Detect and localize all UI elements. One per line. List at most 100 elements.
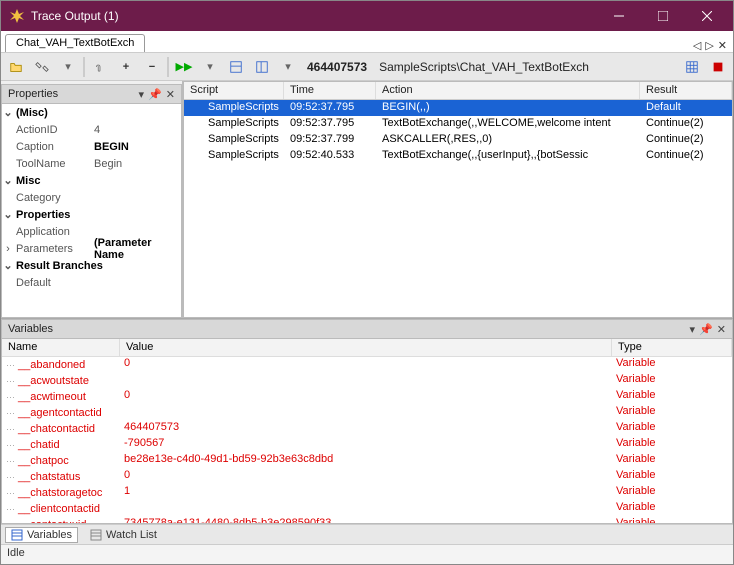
- tab-watch-label: Watch List: [106, 529, 157, 541]
- property-row[interactable]: CaptionBEGIN: [2, 138, 181, 155]
- window-title: Trace Output (1): [31, 9, 597, 23]
- property-row[interactable]: Category: [2, 189, 181, 206]
- variable-row[interactable]: ⋯__chatid-790567Variable: [2, 437, 732, 453]
- title-bar: Trace Output (1): [1, 1, 733, 31]
- panel-dropdown-icon[interactable]: ▾: [139, 88, 145, 101]
- variable-row[interactable]: ⋯__contactuuid7345778a-e131-4480-8db5-b3…: [2, 517, 732, 524]
- property-key: Category: [14, 192, 92, 204]
- toolbar-id: 464407573: [303, 60, 371, 74]
- variables-title: Variables: [8, 323, 53, 335]
- variable-row[interactable]: ⋯__chatstoragetoc1Variable: [2, 485, 732, 501]
- trace-row[interactable]: SampleScripts09:52:37.799ASKCALLER(,RES,…: [184, 132, 732, 148]
- property-key: Misc: [14, 175, 40, 187]
- main-content: Properties ▾ 📌 ✕ ⌄(Misc)ActionID4Caption…: [1, 81, 733, 318]
- tab-close-icon[interactable]: ✕: [718, 39, 727, 52]
- variable-row[interactable]: ⋯__agentcontactidVariable: [2, 405, 732, 421]
- variables-grid-header: Name Value Type: [2, 339, 732, 357]
- add-icon[interactable]: +: [115, 56, 137, 78]
- status-text: Idle: [7, 547, 25, 559]
- variable-row[interactable]: ⋯__chatstatus0Variable: [2, 469, 732, 485]
- app-icon: [9, 8, 25, 24]
- open-icon[interactable]: [5, 56, 27, 78]
- variables-grid[interactable]: Name Value Type ⋯__abandoned0Variable⋯__…: [1, 339, 733, 524]
- toolbar-path: SampleScripts\Chat_VAH_TextBotExch: [375, 60, 593, 74]
- tools-icon[interactable]: [31, 56, 53, 78]
- watch-tab-icon: [90, 529, 102, 541]
- col-value[interactable]: Value: [120, 339, 612, 356]
- variables-panel: Variables ▾ 📌 ✕ Name Value Type ⋯__aband…: [1, 318, 733, 544]
- layout1-icon[interactable]: [225, 56, 247, 78]
- property-group[interactable]: ⌄(Misc): [2, 104, 181, 121]
- properties-panel: Properties ▾ 📌 ✕ ⌄(Misc)ActionID4Caption…: [1, 81, 183, 318]
- play-dropdown-icon[interactable]: ▾: [199, 56, 221, 78]
- property-row[interactable]: ToolNameBegin: [2, 155, 181, 172]
- properties-header: Properties ▾ 📌 ✕: [1, 84, 182, 104]
- remove-icon[interactable]: −: [141, 56, 163, 78]
- property-row[interactable]: ›Parameters(Parameter Name: [2, 240, 181, 257]
- property-group[interactable]: ⌄Misc: [2, 172, 181, 189]
- variables-header: Variables ▾ 📌 ✕: [1, 319, 733, 339]
- trace-row[interactable]: SampleScripts09:52:37.795TextBotExchange…: [184, 116, 732, 132]
- col-action[interactable]: Action: [376, 82, 640, 99]
- properties-title: Properties: [8, 88, 58, 100]
- panel-pin-icon[interactable]: 📌: [699, 323, 713, 336]
- tools-dropdown-icon[interactable]: ▾: [57, 56, 79, 78]
- trace-row[interactable]: SampleScripts09:52:37.795BEGIN(,,)Defaul…: [184, 100, 732, 116]
- col-type[interactable]: Type: [612, 339, 732, 356]
- property-group[interactable]: ⌄Properties: [2, 206, 181, 223]
- property-key: Parameters: [14, 243, 92, 255]
- property-key: (Misc): [14, 107, 48, 119]
- layout-dropdown-icon[interactable]: ▾: [277, 56, 299, 78]
- property-value: 4: [92, 124, 181, 136]
- document-tab-strip: Chat_VAH_TextBotExch ◁ ▷ ✕: [1, 31, 733, 53]
- tab-variables[interactable]: Variables: [5, 527, 78, 543]
- attach-icon[interactable]: [89, 56, 111, 78]
- col-result[interactable]: Result: [640, 82, 732, 99]
- document-tab[interactable]: Chat_VAH_TextBotExch: [5, 34, 145, 52]
- tab-watch-list[interactable]: Watch List: [90, 529, 157, 541]
- property-value: Begin: [92, 158, 181, 170]
- property-value: (Parameter Name: [92, 237, 181, 261]
- property-key: ToolName: [14, 158, 92, 170]
- tab-next-icon[interactable]: ▷: [705, 39, 713, 52]
- property-key: Default: [14, 277, 92, 289]
- variable-row[interactable]: ⋯__abandoned0Variable: [2, 357, 732, 373]
- close-button[interactable]: [685, 2, 729, 30]
- property-row[interactable]: Default: [2, 274, 181, 291]
- panel-close-icon[interactable]: ✕: [717, 323, 726, 336]
- play-icon[interactable]: ▶▶: [173, 56, 195, 78]
- col-time[interactable]: Time: [284, 82, 376, 99]
- property-row[interactable]: ActionID4: [2, 121, 181, 138]
- variable-row[interactable]: ⋯__clientcontactidVariable: [2, 501, 732, 517]
- maximize-button[interactable]: [641, 2, 685, 30]
- variable-row[interactable]: ⋯__chatpocbe28e13e-c4d0-49d1-bd59-92b3e6…: [2, 453, 732, 469]
- variable-row[interactable]: ⋯__chatcontactid464407573Variable: [2, 421, 732, 437]
- property-key: Properties: [14, 209, 70, 221]
- property-key: Caption: [14, 141, 92, 153]
- property-key: ActionID: [14, 124, 92, 136]
- variable-row[interactable]: ⋯__acwoutstateVariable: [2, 373, 732, 389]
- trace-grid-header: Script Time Action Result: [184, 82, 732, 100]
- property-key: Application: [14, 226, 92, 238]
- tab-prev-icon[interactable]: ◁: [693, 39, 701, 52]
- trace-row[interactable]: SampleScripts09:52:40.533TextBotExchange…: [184, 148, 732, 164]
- separator: [167, 57, 169, 77]
- properties-grid[interactable]: ⌄(Misc)ActionID4CaptionBEGINToolNameBegi…: [1, 104, 182, 318]
- separator: [83, 57, 85, 77]
- layout2-icon[interactable]: [251, 56, 273, 78]
- panel-dropdown-icon[interactable]: ▾: [690, 323, 696, 336]
- bottom-tab-strip: Variables Watch List: [1, 524, 733, 544]
- minimize-button[interactable]: [597, 2, 641, 30]
- panel-close-icon[interactable]: ✕: [166, 88, 175, 101]
- property-key: Result Branches: [14, 260, 103, 272]
- col-script[interactable]: Script: [184, 82, 284, 99]
- grid-icon[interactable]: [681, 56, 703, 78]
- tab-variables-label: Variables: [27, 529, 72, 541]
- variable-row[interactable]: ⋯__acwtimeout0Variable: [2, 389, 732, 405]
- trace-grid[interactable]: Script Time Action Result SampleScripts0…: [183, 81, 733, 318]
- stop-icon[interactable]: [707, 56, 729, 78]
- col-name[interactable]: Name: [2, 339, 120, 356]
- panel-pin-icon[interactable]: 📌: [148, 88, 162, 101]
- status-bar: Idle: [1, 544, 733, 564]
- main-toolbar: ▾ + − ▶▶ ▾ ▾ 464407573 SampleScripts\Cha…: [1, 53, 733, 81]
